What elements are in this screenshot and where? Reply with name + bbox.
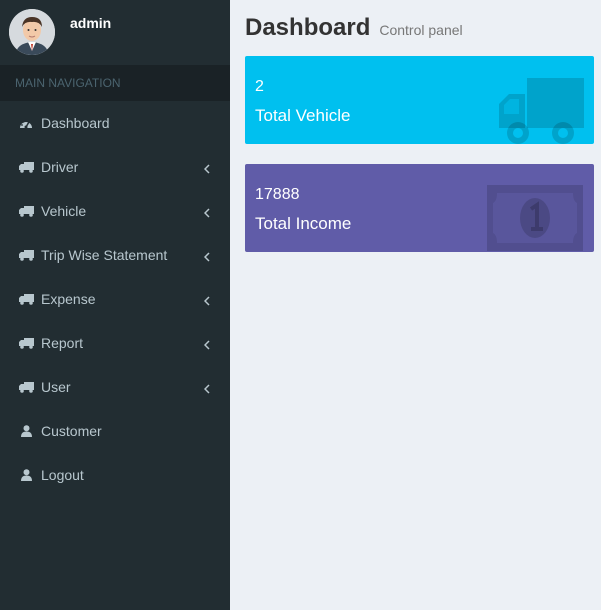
box-value: 2	[255, 78, 264, 95]
nav-header: MAIN NAVIGATION	[0, 65, 230, 101]
box-value: 17888	[255, 186, 300, 203]
truck-icon	[18, 336, 34, 350]
total-vehicle-box[interactable]: 2 Total Vehicle	[245, 56, 594, 144]
truck-icon	[18, 204, 34, 218]
chevron-left-icon	[203, 293, 210, 309]
box-label: Total Income	[255, 214, 352, 233]
chevron-left-icon	[203, 381, 210, 397]
sidebar-item-label: Trip Wise Statement	[41, 247, 168, 263]
page-title: Dashboard	[245, 14, 371, 41]
truck-icon	[18, 292, 34, 306]
chevron-left-icon	[203, 161, 210, 177]
chevron-left-icon	[203, 337, 210, 353]
sidebar-item-label: Dashboard	[41, 115, 110, 131]
money-icon	[487, 185, 583, 252]
sidebar-item-report[interactable]: Report	[0, 321, 230, 365]
chevron-left-icon	[203, 249, 210, 265]
sidebar-item-label: Expense	[41, 291, 96, 307]
main-content: Dashboard Control panel 2 Total Vehicle …	[230, 0, 601, 610]
user-icon	[18, 468, 34, 482]
user-panel: admin	[0, 0, 230, 65]
sidebar-item-vehicle[interactable]: Vehicle	[0, 189, 230, 233]
user-icon	[18, 424, 34, 438]
page-subtitle: Control panel	[379, 22, 463, 38]
content-header: Dashboard Control panel	[245, 14, 463, 42]
sidebar-item-label: Driver	[41, 159, 79, 175]
sidebar-menu: Dashboard Driver Vehicle Trip Wise State…	[0, 101, 230, 497]
sidebar-item-label: Logout	[41, 467, 84, 483]
sidebar-item-user[interactable]: User	[0, 365, 230, 409]
sidebar-item-logout[interactable]: Logout	[0, 453, 230, 497]
avatar-image	[9, 9, 55, 55]
sidebar-item-label: Vehicle	[41, 203, 87, 219]
sidebar: admin MAIN NAVIGATION Dashboard Driver V…	[0, 0, 230, 610]
sidebar-item-expense[interactable]: Expense	[0, 277, 230, 321]
sidebar-item-label: User	[41, 379, 71, 395]
sidebar-item-label: Report	[41, 335, 84, 351]
truck-icon	[18, 380, 34, 394]
truck-icon	[18, 160, 34, 174]
sidebar-item-driver[interactable]: Driver	[0, 145, 230, 189]
sidebar-item-dashboard[interactable]: Dashboard	[0, 101, 230, 145]
dashboard-icon	[18, 116, 34, 130]
avatar[interactable]	[9, 9, 55, 55]
sidebar-item-label: Customer	[41, 423, 102, 439]
truck-icon	[497, 76, 587, 144]
chevron-left-icon	[203, 205, 210, 221]
user-name: admin	[70, 15, 112, 31]
sidebar-item-customer[interactable]: Customer	[0, 409, 230, 453]
total-income-box[interactable]: 17888 Total Income	[245, 164, 594, 252]
box-label: Total Vehicle	[255, 106, 351, 125]
sidebar-item-trip-wise-statement[interactable]: Trip Wise Statement	[0, 233, 230, 277]
truck-icon	[18, 248, 34, 262]
